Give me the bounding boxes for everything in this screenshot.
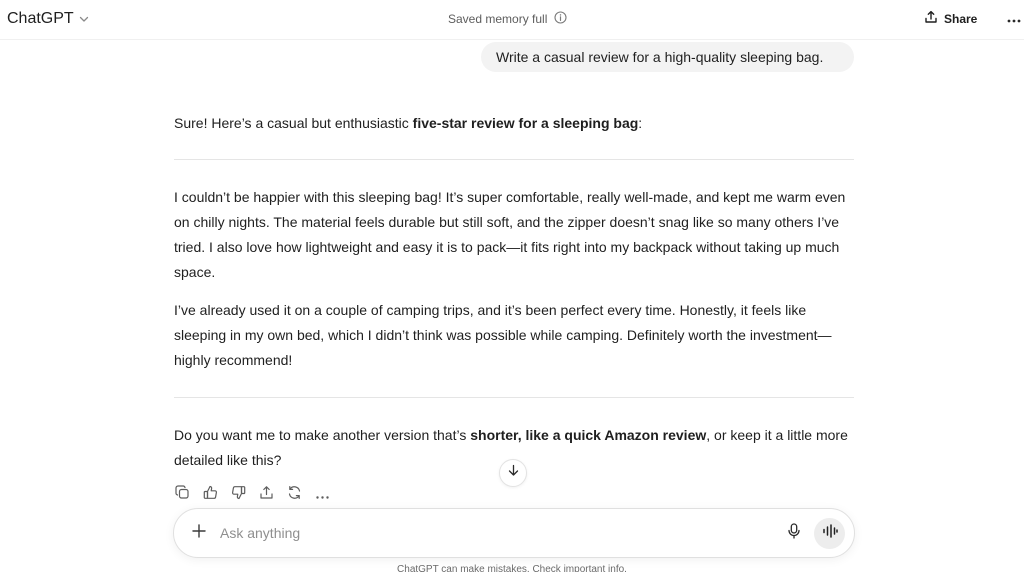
composer xyxy=(173,508,855,558)
arrow-down-icon xyxy=(507,464,520,482)
followup-text: Do you want me to make another version t… xyxy=(174,427,471,443)
chat-page: ChatGPT Saved memory full Share Write a … xyxy=(0,0,1024,572)
scroll-to-bottom-button[interactable] xyxy=(499,459,527,487)
share-message-button[interactable] xyxy=(258,485,275,505)
chevron-down-icon xyxy=(78,13,90,25)
disclaimer-text: ChatGPT can make mistakes. Check importa… xyxy=(397,564,627,572)
more-horizontal-icon xyxy=(1007,10,1021,28)
regenerate-button[interactable] xyxy=(286,485,303,505)
prompt-input[interactable] xyxy=(220,521,760,545)
good-response-button[interactable] xyxy=(202,485,219,505)
regenerate-icon xyxy=(287,485,302,505)
dictate-button[interactable] xyxy=(784,522,804,544)
copy-icon xyxy=(175,485,190,505)
message-actions xyxy=(174,485,331,505)
copy-button[interactable] xyxy=(174,485,191,505)
add-attachment-button[interactable] xyxy=(189,523,209,543)
followup-bold-text: shorter, like a quick Amazon review xyxy=(470,427,707,443)
more-horizontal-icon xyxy=(316,486,329,504)
voice-mode-icon xyxy=(822,524,838,543)
bad-response-button[interactable] xyxy=(230,485,247,505)
thumbs-down-icon xyxy=(231,485,246,505)
thumbs-up-icon xyxy=(203,485,218,505)
user-message: Write a casual review for a high-quality… xyxy=(481,42,854,72)
intro-bold-text: five-star review for a sleeping bag xyxy=(412,115,639,131)
model-name: ChatGPT xyxy=(7,10,74,27)
share-icon xyxy=(924,10,938,27)
memory-status[interactable]: Saved memory full xyxy=(448,11,567,27)
top-bar: ChatGPT Saved memory full Share xyxy=(0,0,1024,40)
share-button[interactable]: Share xyxy=(924,10,977,27)
review-paragraph-2: I’ve already used it on a couple of camp… xyxy=(174,302,832,368)
microphone-icon xyxy=(787,522,801,544)
more-actions-button[interactable] xyxy=(314,487,331,504)
plus-icon xyxy=(192,523,206,543)
divider xyxy=(174,159,854,160)
divider xyxy=(174,397,854,398)
share-label: Share xyxy=(944,11,978,26)
review-paragraph-1: I couldn’t be happier with this sleeping… xyxy=(174,189,846,280)
intro-end: : xyxy=(638,115,643,131)
share-upload-icon xyxy=(259,485,274,505)
assistant-intro: Sure! Here’s a casual but enthusiastic f… xyxy=(174,111,854,136)
intro-text: Sure! Here’s a casual but enthusiastic xyxy=(174,115,413,131)
info-icon xyxy=(554,11,567,27)
model-switcher[interactable]: ChatGPT xyxy=(7,8,90,30)
memory-status-label: Saved memory full xyxy=(448,12,548,26)
more-options-button[interactable] xyxy=(1004,9,1024,29)
voice-mode-button[interactable] xyxy=(814,518,845,549)
